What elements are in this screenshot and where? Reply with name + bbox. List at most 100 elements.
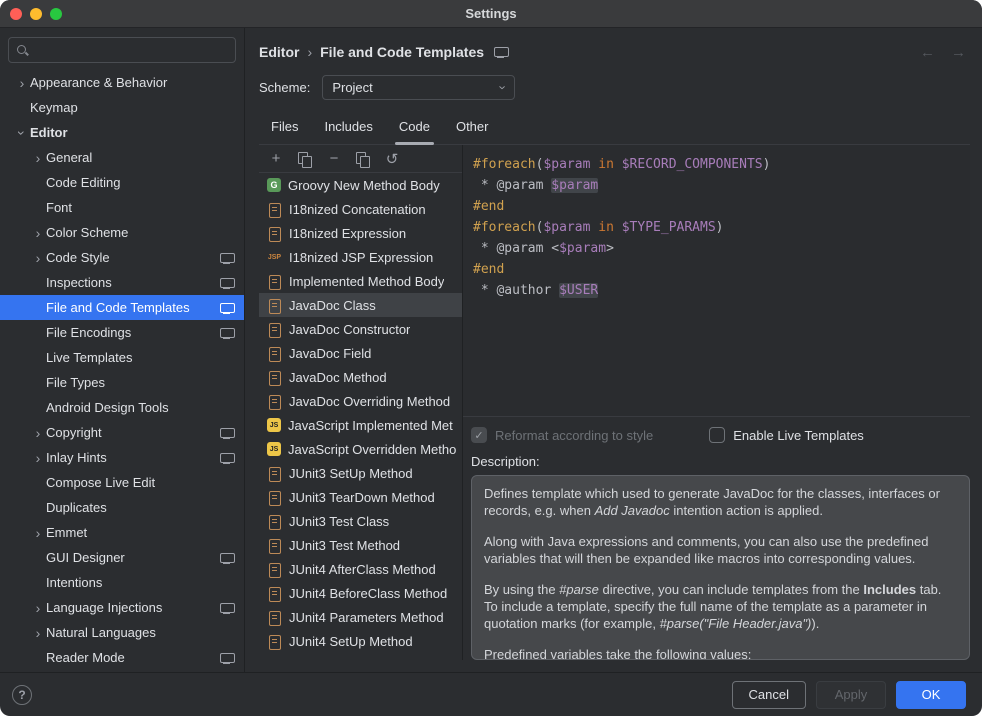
template-item-junit4-afterclass-method[interactable]: JUnit4 AfterClass Method bbox=[259, 557, 462, 581]
chevron-right-icon[interactable]: › bbox=[14, 76, 30, 90]
chevron-right-icon[interactable]: › bbox=[30, 426, 46, 440]
template-item-javadoc-method[interactable]: JavaDoc Method bbox=[259, 365, 462, 389]
description-paragraph: Along with Java expressions and comments… bbox=[484, 533, 957, 567]
sidebar-item-color-scheme[interactable]: ›Color Scheme bbox=[0, 220, 244, 245]
template-item-javadoc-field[interactable]: JavaDoc Field bbox=[259, 341, 462, 365]
code-line: * @param $param bbox=[473, 175, 960, 196]
sidebar-item-label: Natural Languages bbox=[46, 625, 234, 640]
sidebar-item-file-encodings[interactable]: File Encodings bbox=[0, 320, 244, 345]
checkbox-checked-icon: ✓ bbox=[471, 427, 487, 443]
template-item-i18nized-jsp-expression[interactable]: JSPI18nized JSP Expression bbox=[259, 245, 462, 269]
template-item-groovy-new-method-body[interactable]: GGroovy New Method Body bbox=[259, 173, 462, 197]
chevron-down-icon[interactable]: › bbox=[15, 125, 29, 141]
minimize-button[interactable] bbox=[30, 8, 42, 20]
help-button[interactable]: ? bbox=[12, 685, 32, 705]
sidebar-item-file-types[interactable]: File Types bbox=[0, 370, 244, 395]
close-button[interactable] bbox=[10, 8, 22, 20]
template-icon bbox=[267, 586, 282, 601]
template-item-implemented-method-body[interactable]: Implemented Method Body bbox=[259, 269, 462, 293]
search-box[interactable] bbox=[8, 37, 236, 63]
template-item-javascript-overridden-metho[interactable]: JSJavaScript Overridden Metho bbox=[259, 437, 462, 461]
sidebar-item-general[interactable]: ›General bbox=[0, 145, 244, 170]
sidebar-item-label: Android Design Tools bbox=[46, 400, 234, 415]
back-button[interactable]: ← bbox=[920, 44, 935, 61]
sidebar-item-code-editing[interactable]: Code Editing bbox=[0, 170, 244, 195]
template-item-junit3-teardown-method[interactable]: JUnit3 TearDown Method bbox=[259, 485, 462, 509]
description-panel[interactable]: Defines template which used to generate … bbox=[471, 475, 970, 660]
scheme-row: Scheme: Project › bbox=[259, 74, 970, 100]
chevron-right-icon[interactable]: › bbox=[30, 526, 46, 540]
template-item-label: JUnit3 Test Method bbox=[289, 538, 400, 553]
sidebar-item-code-style[interactable]: ›Code Style bbox=[0, 245, 244, 270]
sidebar-item-language-injections[interactable]: ›Language Injections bbox=[0, 595, 244, 620]
tab-code[interactable]: Code bbox=[387, 112, 442, 144]
cancel-button[interactable]: Cancel bbox=[732, 681, 806, 709]
breadcrumb-item-editor[interactable]: Editor bbox=[259, 44, 299, 60]
chevron-right-icon[interactable]: › bbox=[30, 451, 46, 465]
tab-files[interactable]: Files bbox=[259, 112, 310, 144]
sidebar-item-appearance-behavior[interactable]: ›Appearance & Behavior bbox=[0, 70, 244, 95]
copy-template-icon[interactable] bbox=[294, 148, 316, 170]
monitor-icon bbox=[220, 302, 234, 314]
ok-button[interactable]: OK bbox=[896, 681, 966, 709]
template-item-javadoc-constructor[interactable]: JavaDoc Constructor bbox=[259, 317, 462, 341]
sidebar-item-reader-mode[interactable]: Reader Mode bbox=[0, 645, 244, 670]
add-template-icon[interactable]: + bbox=[265, 148, 287, 170]
chevron-down-icon: › bbox=[497, 85, 510, 89]
template-item-junit4-setup-method[interactable]: JUnit4 SetUp Method bbox=[259, 629, 462, 653]
chevron-right-icon[interactable]: › bbox=[30, 151, 46, 165]
sidebar-item-label: General bbox=[46, 150, 234, 165]
template-item-javadoc-class[interactable]: JavaDoc Class bbox=[259, 293, 462, 317]
reformat-checkbox[interactable]: ✓ Reformat according to style bbox=[471, 427, 653, 443]
template-item-junit3-setup-method[interactable]: JUnit3 SetUp Method bbox=[259, 461, 462, 485]
template-item-javadoc-overriding-method[interactable]: JavaDoc Overriding Method bbox=[259, 389, 462, 413]
template-item-junit3-test-method[interactable]: JUnit3 Test Method bbox=[259, 533, 462, 557]
sidebar-item-duplicates[interactable]: Duplicates bbox=[0, 495, 244, 520]
forward-button[interactable]: → bbox=[951, 44, 966, 61]
settings-window: Settings ›Appearance & BehaviorKeymap›Ed… bbox=[0, 0, 982, 716]
sidebar-item-live-templates[interactable]: Live Templates bbox=[0, 345, 244, 370]
sidebar-item-gui-designer[interactable]: GUI Designer bbox=[0, 545, 244, 570]
sidebar-item-file-and-code-templates[interactable]: File and Code Templates bbox=[0, 295, 244, 320]
sidebar-item-inspections[interactable]: Inspections bbox=[0, 270, 244, 295]
sidebar-item-label: Inlay Hints bbox=[46, 450, 214, 465]
settings-search-input[interactable] bbox=[35, 43, 228, 58]
sidebar-item-compose-live-edit[interactable]: Compose Live Edit bbox=[0, 470, 244, 495]
template-item-javascript-implemented-met[interactable]: JSJavaScript Implemented Met bbox=[259, 413, 462, 437]
duplicate-template-icon[interactable] bbox=[352, 148, 374, 170]
sidebar-item-font[interactable]: Font bbox=[0, 195, 244, 220]
chevron-right-icon[interactable]: › bbox=[30, 251, 46, 265]
chevron-right-icon[interactable]: › bbox=[30, 226, 46, 240]
zoom-button[interactable] bbox=[50, 8, 62, 20]
template-icon bbox=[267, 634, 282, 649]
scheme-select[interactable]: Project › bbox=[322, 75, 515, 100]
template-item-junit4-beforeclass-method[interactable]: JUnit4 BeforeClass Method bbox=[259, 581, 462, 605]
chevron-right-icon[interactable]: › bbox=[30, 601, 46, 615]
sidebar-item-inlay-hints[interactable]: ›Inlay Hints bbox=[0, 445, 244, 470]
sidebar-item-editor[interactable]: ›Editor bbox=[0, 120, 244, 145]
sidebar-item-intentions[interactable]: Intentions bbox=[0, 570, 244, 595]
sidebar-item-keymap[interactable]: Keymap bbox=[0, 95, 244, 120]
tab-other[interactable]: Other bbox=[444, 112, 501, 144]
template-item-i18nized-concatenation[interactable]: I18nized Concatenation bbox=[259, 197, 462, 221]
template-item-junit4-parameters-method[interactable]: JUnit4 Parameters Method bbox=[259, 605, 462, 629]
sidebar-item-label: Emmet bbox=[46, 525, 234, 540]
window-title: Settings bbox=[465, 6, 516, 21]
monitor-icon bbox=[494, 46, 508, 58]
remove-template-icon[interactable]: − bbox=[323, 148, 345, 170]
sidebar-item-copyright[interactable]: ›Copyright bbox=[0, 420, 244, 445]
sidebar-item-emmet[interactable]: ›Emmet bbox=[0, 520, 244, 545]
chevron-right-icon[interactable]: › bbox=[30, 626, 46, 640]
template-icon bbox=[267, 562, 282, 577]
sidebar-item-label: Font bbox=[46, 200, 234, 215]
template-item-junit3-test-class[interactable]: JUnit3 Test Class bbox=[259, 509, 462, 533]
reset-to-default-icon[interactable]: ↺ bbox=[381, 148, 403, 170]
sidebar-item-natural-languages[interactable]: ›Natural Languages bbox=[0, 620, 244, 645]
apply-button[interactable]: Apply bbox=[816, 681, 886, 709]
enable-live-templates-checkbox[interactable]: Enable Live Templates bbox=[709, 427, 864, 443]
template-item-i18nized-expression[interactable]: I18nized Expression bbox=[259, 221, 462, 245]
template-editor[interactable]: #foreach($param in $RECORD_COMPONENTS) *… bbox=[463, 145, 970, 417]
sidebar-item-android-design-tools[interactable]: Android Design Tools bbox=[0, 395, 244, 420]
template-item-label: I18nized Expression bbox=[289, 226, 406, 241]
tab-includes[interactable]: Includes bbox=[312, 112, 384, 144]
